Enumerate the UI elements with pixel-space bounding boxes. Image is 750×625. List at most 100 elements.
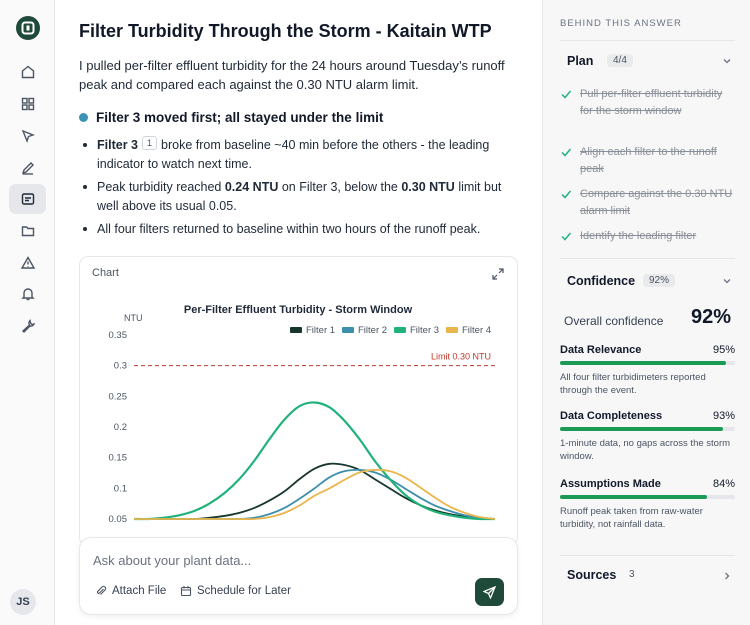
plan-step-label: Pull per-filter effluent turbidity for t… [580, 88, 723, 117]
metric-label: Data Relevance [560, 344, 642, 356]
folder-icon[interactable] [9, 216, 46, 246]
metric-value: 95% [712, 344, 735, 356]
plan-step: Align each filter to the runoff peak [560, 144, 735, 178]
chart-title: Per-Filter Effluent Turbidity - Storm Wi… [184, 304, 413, 316]
send-icon [483, 585, 496, 599]
series-line [134, 462, 496, 520]
alert-icon[interactable] [9, 248, 46, 278]
schedule-button[interactable]: Schedule for Later [180, 585, 291, 597]
section-dot [79, 113, 88, 122]
expand-icon[interactable] [489, 265, 507, 283]
avatar[interactable]: JS [10, 589, 36, 615]
intro-text: I pulled per-filter effluent turbidity f… [79, 58, 505, 92]
list-item: All four filters returned to baseline wi… [79, 220, 519, 239]
paperclip-icon [96, 585, 107, 595]
section-heading: Filter 3 moved first; all stayed under t… [96, 110, 384, 125]
bullet-text: Peak turbidity reached [97, 180, 225, 194]
metric-note: All four filter turbidimeters reported t… [560, 372, 706, 396]
metric-track [560, 495, 735, 499]
wrench-icon[interactable] [9, 311, 46, 341]
y-tick-label: 0.25 [109, 391, 128, 402]
metric-track [560, 361, 735, 365]
calendar-icon [180, 586, 192, 597]
cursor-icon[interactable] [9, 121, 46, 151]
pen-icon[interactable] [9, 153, 46, 183]
composer: Attach File Schedule for Later [79, 537, 518, 615]
legend-label: Filter 4 [462, 325, 491, 336]
confidence-badge: 92% [643, 274, 676, 287]
legend-swatch [394, 327, 406, 333]
legend-swatch [290, 327, 302, 333]
metric-bar [560, 427, 723, 431]
main-content: Filter Turbidity Through the Storm - Kai… [55, 0, 542, 625]
filter-3-label: Filter 3 [97, 138, 138, 152]
divider [560, 555, 735, 556]
chevron-down-icon[interactable] [721, 275, 733, 287]
ask-input[interactable] [93, 551, 493, 569]
metric-data-relevance: Data Relevance 95% All four filter turbid… [560, 344, 735, 397]
sources-title[interactable]: Sources [567, 568, 616, 582]
bell-icon[interactable] [9, 279, 46, 309]
y-tick-label: 0.3 [114, 361, 127, 372]
citation-badge[interactable]: 1 [142, 136, 158, 150]
left-rail: JS [0, 0, 55, 625]
divider [560, 40, 735, 41]
metric-track [560, 427, 735, 431]
legend-label: Filter 1 [306, 325, 335, 336]
y-tick-label: 0.15 [109, 453, 128, 464]
metric-note: Runoff peak taken from raw-water turbidi… [560, 506, 703, 530]
metric-label: Data Completeness [560, 410, 663, 422]
check-icon [561, 90, 572, 99]
turbidity-chart: Per-Filter Effluent Turbidity - Storm Wi… [109, 304, 496, 525]
divider [560, 258, 735, 259]
plan-step-label: Compare against the 0.30 NTU alarm limit [580, 188, 733, 217]
app-logo[interactable] [15, 15, 41, 41]
dashboard-icon[interactable] [9, 89, 46, 119]
confidence-title[interactable]: Confidence [567, 274, 635, 288]
overall-confidence-label: Overall confidence [564, 314, 664, 328]
chat-icon[interactable] [9, 184, 46, 214]
behind-answer-panel: BEHIND THIS ANSWER Plan 4/4 Pull per-fil… [542, 0, 750, 625]
attach-file-label: Attach File [112, 585, 167, 597]
plan-step: Pull per-filter effluent turbidity for t… [560, 86, 735, 120]
metric-assumptions: Assumptions Made 84% Runoff peak taken fr… [560, 478, 735, 531]
finding-list: Filter 3 1 broke from baseline ~40 min bef… [79, 136, 519, 244]
metric-value: 93% [712, 410, 735, 422]
legend-label: Filter 2 [358, 325, 387, 336]
metric-note: 1-minute data, no gaps across the storm … [560, 438, 731, 462]
plan-count-badge: 4/4 [607, 54, 633, 67]
check-icon [561, 232, 572, 241]
schedule-label: Schedule for Later [197, 585, 291, 597]
home-icon[interactable] [9, 57, 46, 87]
metric-data-completeness: Data Completeness 93% 1-minute data, no g… [560, 410, 735, 463]
peak-value: 0.24 NTU [224, 180, 279, 194]
check-icon [561, 148, 572, 157]
chevron-down-icon[interactable] [721, 55, 733, 67]
attach-file-button[interactable]: Attach File [95, 585, 166, 597]
send-button[interactable] [475, 578, 504, 606]
metric-value: 84% [712, 478, 735, 490]
bullet-text: on Filter 3, below the [278, 180, 402, 194]
metric-bar [560, 361, 727, 365]
plan-step: Compare against the 0.30 NTU alarm limit [560, 186, 735, 220]
metric-label: Assumptions Made [560, 478, 661, 490]
y-tick-label: 0.1 [114, 483, 127, 494]
plan-step-label: Align each filter to the runoff peak [580, 146, 717, 175]
y-tick-label: 0.35 [109, 330, 128, 341]
list-item: Filter 3 1 broke from baseline ~40 min bef… [79, 136, 519, 173]
panel-header: BEHIND THIS ANSWER [560, 18, 682, 29]
y-axis-label: NTU [124, 313, 143, 323]
plan-title[interactable]: Plan [567, 54, 593, 68]
sources-count: 3 [629, 569, 635, 580]
legend-swatch [342, 327, 354, 333]
plan-step: Identify the leading filter [560, 228, 735, 245]
check-icon [561, 190, 572, 199]
limit-label: Limit 0.30 NTU [431, 352, 491, 362]
overall-confidence-value: 92% [690, 306, 731, 328]
legend-swatch [446, 327, 458, 333]
chart-card-label: Chart [92, 267, 119, 279]
chevron-right-icon[interactable] [721, 570, 733, 582]
limit-value: 0.30 NTU [401, 180, 455, 194]
list-item: Peak turbidity reached 0.24 NTU on Filte… [79, 178, 519, 215]
legend-label: Filter 3 [410, 325, 439, 336]
